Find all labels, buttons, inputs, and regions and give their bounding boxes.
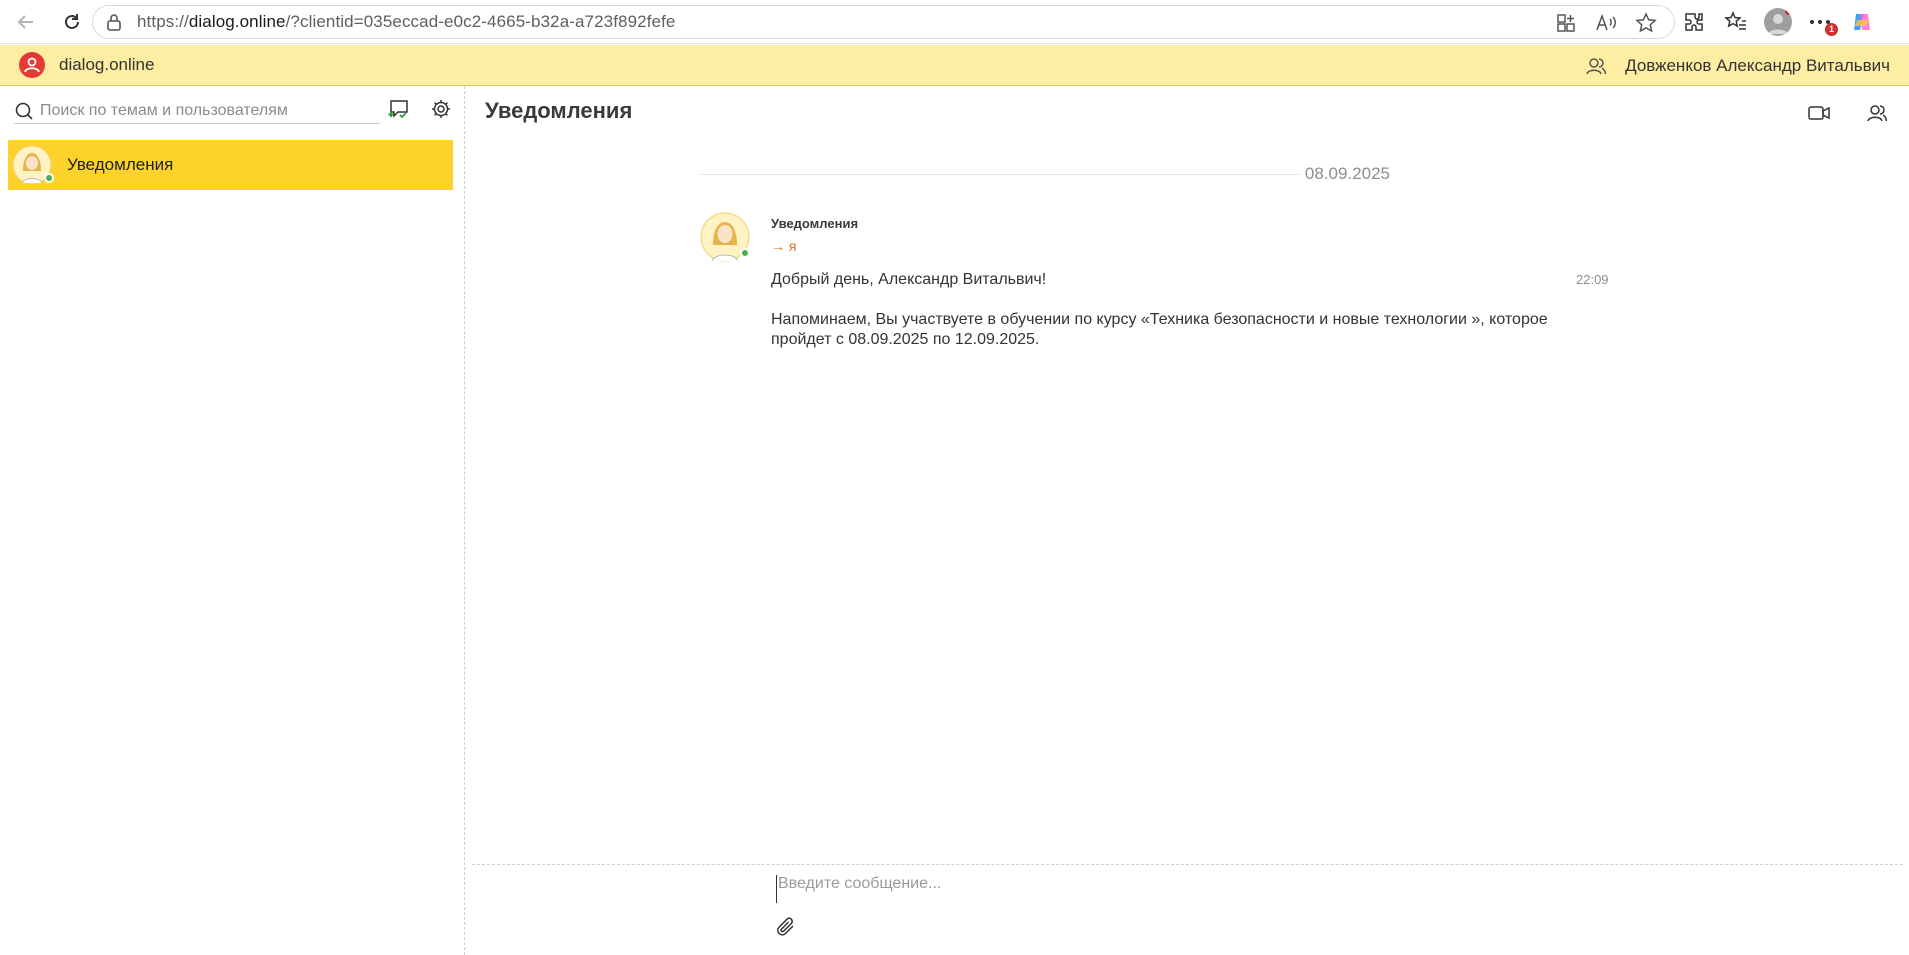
users-icon	[1586, 57, 1607, 74]
arrow-left-icon	[17, 14, 33, 29]
divider	[700, 174, 1300, 175]
message-body: Добрый день, Александр Витальвич! Напоми…	[771, 270, 1551, 370]
gear-icon	[432, 100, 450, 118]
back-button[interactable]	[8, 4, 44, 40]
threads-panel: Уведомления	[0, 86, 465, 955]
browser-toolbar: https://dialog.online/?clientid=035eccad…	[0, 0, 1909, 44]
message-text: Напоминаем, Вы участвуете в обучении по …	[771, 311, 1548, 348]
avatar[interactable]	[700, 212, 750, 262]
reload-button[interactable]	[54, 4, 90, 40]
lock-icon[interactable]	[103, 11, 125, 33]
profile-avatar[interactable]	[1764, 8, 1792, 36]
favorite-star-icon[interactable]	[1632, 10, 1660, 36]
message-time: 22:09	[1576, 272, 1609, 287]
message-date: 08.09.2025	[1304, 164, 1390, 183]
read-aloud-icon[interactable]	[1592, 10, 1620, 36]
message-sender[interactable]: Уведомления	[771, 216, 858, 231]
message-composer	[472, 864, 1903, 955]
thread-label: Уведомления	[67, 155, 174, 174]
search-input[interactable]	[36, 101, 366, 120]
page-title: Уведомления	[485, 98, 633, 123]
new-topic-button[interactable]	[385, 96, 413, 122]
notification-count-badge: 1	[1825, 23, 1838, 36]
attach-button[interactable]	[774, 915, 800, 941]
app-logo-icon[interactable]	[19, 52, 45, 78]
conversation-panel: Уведомления 08.09.2025 Уведомления → я 2…	[466, 86, 1909, 955]
participants-button[interactable]	[1863, 100, 1891, 126]
message-greeting: Добрый день, Александр Витальвич!	[771, 271, 1047, 288]
search-box[interactable]	[14, 98, 380, 124]
online-status-dot	[44, 173, 54, 183]
search-icon	[14, 101, 36, 121]
app-name[interactable]: dialog.online	[59, 55, 154, 75]
paperclip-icon	[777, 917, 794, 936]
new-chat-icon	[388, 100, 408, 119]
app-header: dialog.online Довженков Александр Виталь…	[0, 45, 1909, 86]
message-input[interactable]	[776, 875, 1776, 903]
reload-icon	[65, 13, 79, 29]
address-bar[interactable]: https://dialog.online/?clientid=035eccad…	[92, 5, 1675, 39]
profile-alert-dot	[1785, 8, 1792, 15]
avatar	[12, 145, 54, 185]
video-call-button[interactable]	[1805, 100, 1833, 126]
thread-item-notifications[interactable]: Уведомления	[8, 140, 453, 190]
extensions-puzzle-icon[interactable]	[1680, 9, 1708, 35]
url-text: https://dialog.online/?clientid=035eccad…	[137, 12, 676, 31]
online-status-dot	[740, 248, 750, 258]
current-user[interactable]: Довженков Александр Витальвич	[1585, 45, 1890, 86]
message-recipient: → я	[771, 238, 797, 254]
copilot-icon[interactable]	[1848, 9, 1876, 35]
favorites-list-icon[interactable]	[1722, 9, 1750, 35]
settings-button[interactable]	[427, 96, 455, 122]
date-separator: 08.09.2025	[700, 164, 1390, 184]
users-icon	[1867, 105, 1888, 122]
more-menu-button[interactable]: 1	[1806, 9, 1838, 36]
app-available-icon[interactable]	[1552, 10, 1580, 36]
user-name: Довженков Александр Витальвич	[1625, 55, 1890, 75]
video-camera-icon	[1808, 106, 1830, 120]
